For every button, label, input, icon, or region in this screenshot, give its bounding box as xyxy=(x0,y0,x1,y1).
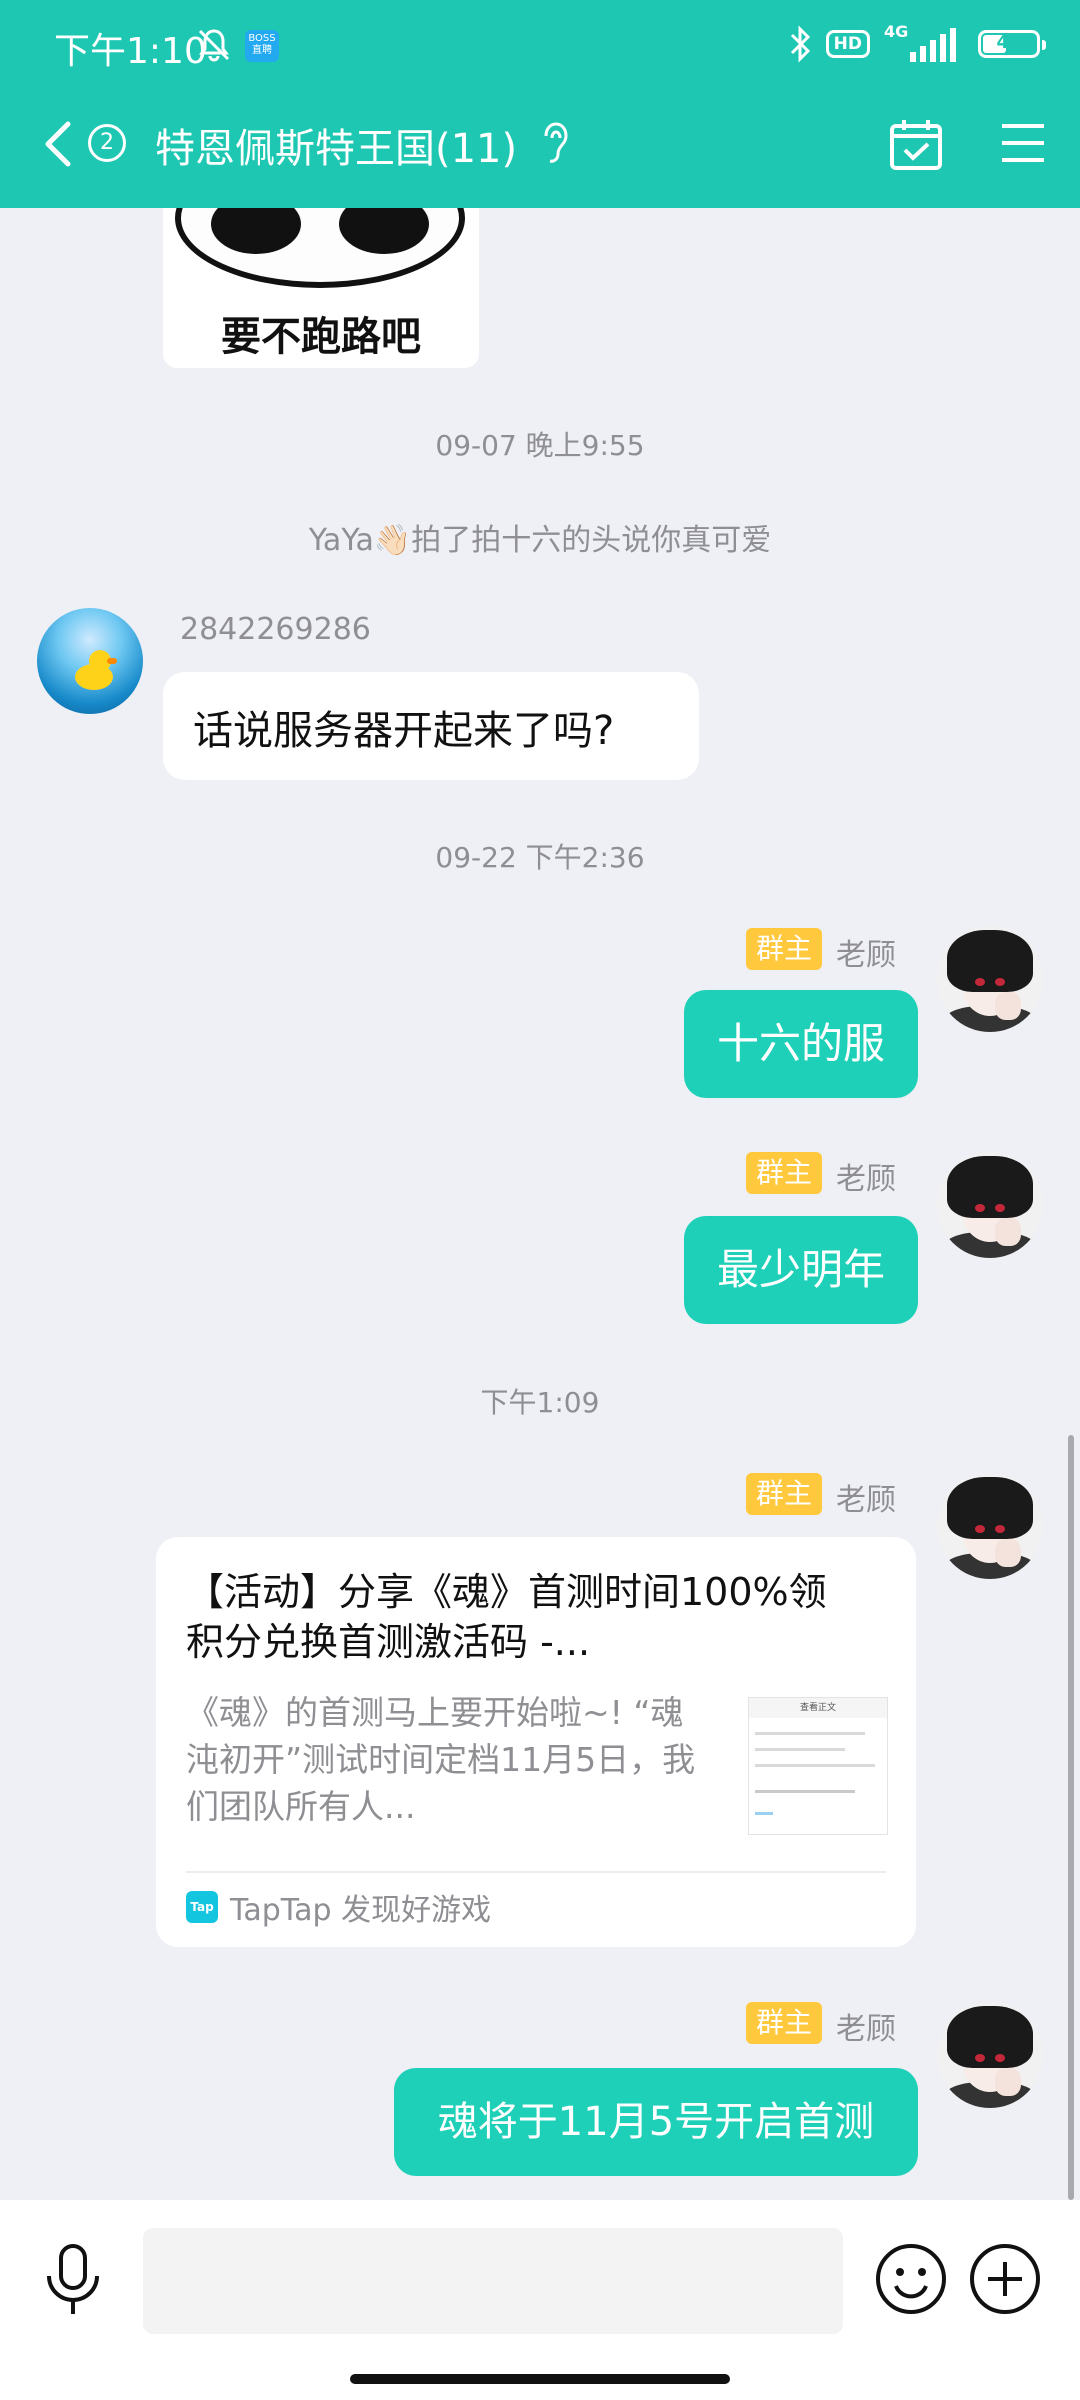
ear-icon xyxy=(544,122,568,163)
scrollbar[interactable] xyxy=(1068,1435,1074,2200)
input-bar xyxy=(0,2200,1080,2400)
meme-caption: 要不跑路吧 xyxy=(221,314,421,360)
message-bubble[interactable]: 十六的服 xyxy=(684,990,918,1098)
sender-name: 老顾 xyxy=(836,1162,896,1197)
taptap-logo-icon: Tap xyxy=(186,1891,218,1923)
battery-icon: 46 xyxy=(978,30,1046,58)
unread-count-badge[interactable]: 2 xyxy=(88,124,126,162)
card-description: 《魂》的首测马上要开始啦~! “魂沌初开”测试时间定档11月5日，我们团队所有人… xyxy=(186,1693,696,1826)
message-bubble[interactable]: 魂将于11月5号开启首测 xyxy=(394,2068,918,2176)
timestamp: 09-22 下午2:36 xyxy=(435,841,645,874)
chat-title[interactable]: 特恩佩斯特王国(11) xyxy=(155,116,517,174)
card-source-label: TapTap 发现好游戏 xyxy=(230,1893,492,1928)
system-note: YaYa👋🏻拍了拍十六的头说你真可爱 xyxy=(308,523,772,558)
avatar[interactable] xyxy=(937,2002,1043,2108)
sender-name: 老顾 xyxy=(836,938,896,973)
avatar[interactable] xyxy=(37,608,143,714)
card-source: Tap TapTap 发现好游戏 xyxy=(186,1887,492,1928)
plus-icon[interactable] xyxy=(968,2242,1042,2316)
top-bar: 下午1:10 BOSS 直聘 HD 4G 46 2 特恩佩斯特王国(11) xyxy=(0,0,1080,208)
link-card[interactable]: 【活动】分享《魂》首测时间100%领积分兑换首测激活码 -... 《魂》的首测马… xyxy=(156,1537,916,1947)
avatar[interactable] xyxy=(937,1473,1043,1579)
mic-icon[interactable] xyxy=(40,2242,106,2318)
owner-badge: 群主 xyxy=(746,1152,823,1194)
card-thumbnail: 查看正文 xyxy=(748,1697,888,1835)
emoji-icon[interactable] xyxy=(874,2242,948,2316)
meme-face xyxy=(175,208,465,288)
sender-name: 老顾 xyxy=(836,2012,896,2047)
owner-badge: 群主 xyxy=(746,2002,823,2044)
message-bubble[interactable]: 话说服务器开起来了吗? xyxy=(163,672,699,780)
card-title: 【活动】分享《魂》首测时间100%领积分兑换首测激活码 -... xyxy=(186,1570,827,1664)
sender-name: 2842269286 xyxy=(180,612,371,647)
bluetooth-icon xyxy=(790,25,810,63)
owner-badge: 群主 xyxy=(746,928,823,970)
sender-name: 老顾 xyxy=(836,1483,896,1518)
avatar[interactable] xyxy=(937,1152,1043,1258)
home-indicator[interactable] xyxy=(350,2374,730,2384)
hd-indicator: HD xyxy=(825,30,870,58)
bell-muted-icon xyxy=(198,29,230,62)
message-input[interactable] xyxy=(143,2228,843,2334)
battery-level: 46 xyxy=(996,32,1022,53)
calendar-check-icon[interactable] xyxy=(888,118,944,172)
signal-icon: 4G xyxy=(884,22,964,64)
network-type: 4G xyxy=(884,22,909,41)
boss-notification-icon: BOSS 直聘 xyxy=(245,30,279,62)
card-thumbnail-title: 查看正文 xyxy=(749,1698,887,1718)
timestamp: 下午1:09 xyxy=(480,1386,600,1419)
status-time: 下午1:10 xyxy=(54,31,207,72)
timestamp: 09-07 晚上9:55 xyxy=(435,429,645,462)
card-divider xyxy=(186,1871,886,1873)
owner-badge: 群主 xyxy=(746,1473,823,1515)
back-icon[interactable] xyxy=(40,118,76,170)
menu-icon[interactable] xyxy=(1000,122,1046,164)
meme-image[interactable]: 要不跑路吧 xyxy=(163,208,479,368)
avatar[interactable] xyxy=(937,926,1043,1032)
message-bubble[interactable]: 最少明年 xyxy=(684,1216,918,1324)
status-right: HD 4G 46 xyxy=(788,22,1046,66)
